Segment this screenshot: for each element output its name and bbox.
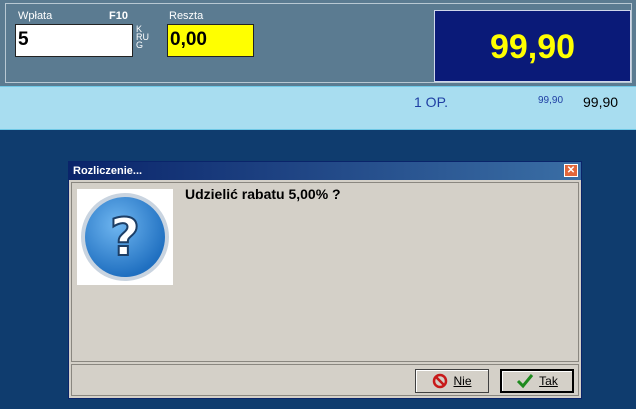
krug-letter-3: G <box>136 40 144 50</box>
payment-input[interactable]: 5 <box>15 24 133 57</box>
yes-button-label: Tak <box>539 374 558 388</box>
receipt-line[interactable]: 1 OP. 99,90 99,90 <box>0 86 636 130</box>
top-panel: Wpłata F10 5 K RU G Reszta 0,00 99,90 <box>0 0 636 86</box>
change-label: Reszta <box>169 10 204 22</box>
svg-text:?: ? <box>110 208 140 268</box>
dialog-message: Udzielić rabatu 5,00% ? <box>185 186 341 202</box>
dialog-titlebar[interactable]: Rozliczenie... ✕ <box>69 162 581 180</box>
checkmark-icon <box>517 374 534 389</box>
no-button-label: Nie <box>453 374 472 388</box>
yes-button[interactable]: Tak <box>500 369 574 393</box>
change-value: 0,00 <box>167 24 254 57</box>
question-icon: ? <box>81 193 169 281</box>
settlement-dialog: Rozliczenie... ✕ ? Udzielić rabatu 5,00%… <box>68 161 582 399</box>
no-button[interactable]: Nie <box>415 369 489 393</box>
line-quantity: 1 OP. <box>414 94 448 110</box>
line-total: 99,90 <box>583 94 619 110</box>
line-unit-price: 99,90 <box>538 95 564 106</box>
close-button[interactable]: ✕ <box>564 164 578 177</box>
dialog-title: Rozliczenie... <box>73 165 143 177</box>
prohibited-icon <box>433 373 448 389</box>
krug-label: K RU G <box>136 25 149 50</box>
question-icon-box: ? <box>77 189 173 285</box>
total-display: 99,90 <box>434 10 631 82</box>
payment-label: Wpłata <box>18 10 53 22</box>
payment-shortcut: F10 <box>109 10 128 22</box>
dialog-button-bar: Nie Tak <box>71 364 579 396</box>
